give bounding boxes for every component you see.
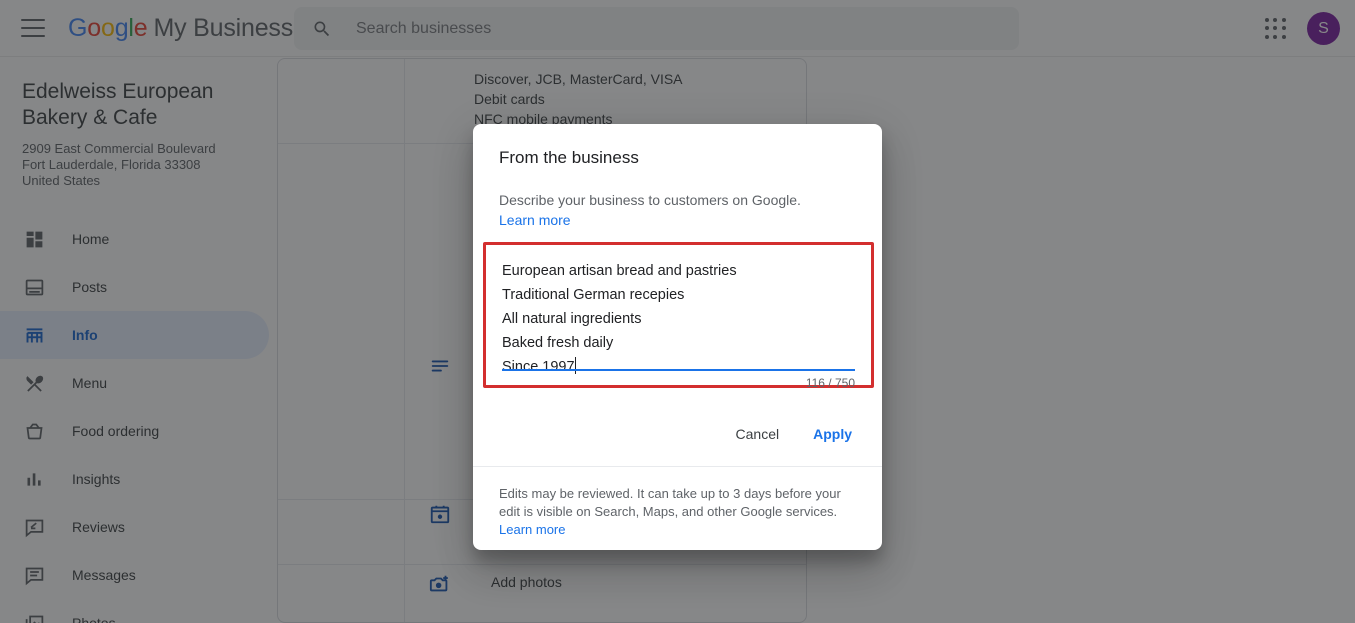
- apply-button[interactable]: Apply: [801, 418, 864, 450]
- dialog-title: From the business: [499, 148, 882, 168]
- character-counter: 116 / 750: [806, 376, 855, 390]
- text-caret: [575, 357, 576, 374]
- description-field-highlight: European artisan bread and pastries Trad…: [483, 242, 874, 388]
- dialog-description-text: Describe your business to customers on G…: [499, 192, 801, 208]
- description-textarea[interactable]: European artisan bread and pastries Trad…: [502, 259, 855, 379]
- dialog-description: Describe your business to customers on G…: [499, 190, 856, 230]
- screen: GoogleMy Business Search businesses S Ed…: [0, 0, 1355, 623]
- textarea-focus-underline: [502, 369, 855, 371]
- dialog-footer: Edits may be reviewed. It can take up to…: [473, 466, 882, 559]
- dialog-footer-learn-more-link[interactable]: Learn more: [499, 522, 565, 537]
- from-the-business-dialog: From the business Describe your business…: [473, 124, 882, 550]
- description-textarea-value: European artisan bread and pastries Trad…: [502, 263, 737, 375]
- dialog-actions: Cancel Apply: [473, 402, 882, 466]
- cancel-button[interactable]: Cancel: [724, 418, 792, 450]
- dialog-learn-more-link[interactable]: Learn more: [499, 212, 571, 228]
- dialog-footer-note: Edits may be reviewed. It can take up to…: [499, 486, 841, 519]
